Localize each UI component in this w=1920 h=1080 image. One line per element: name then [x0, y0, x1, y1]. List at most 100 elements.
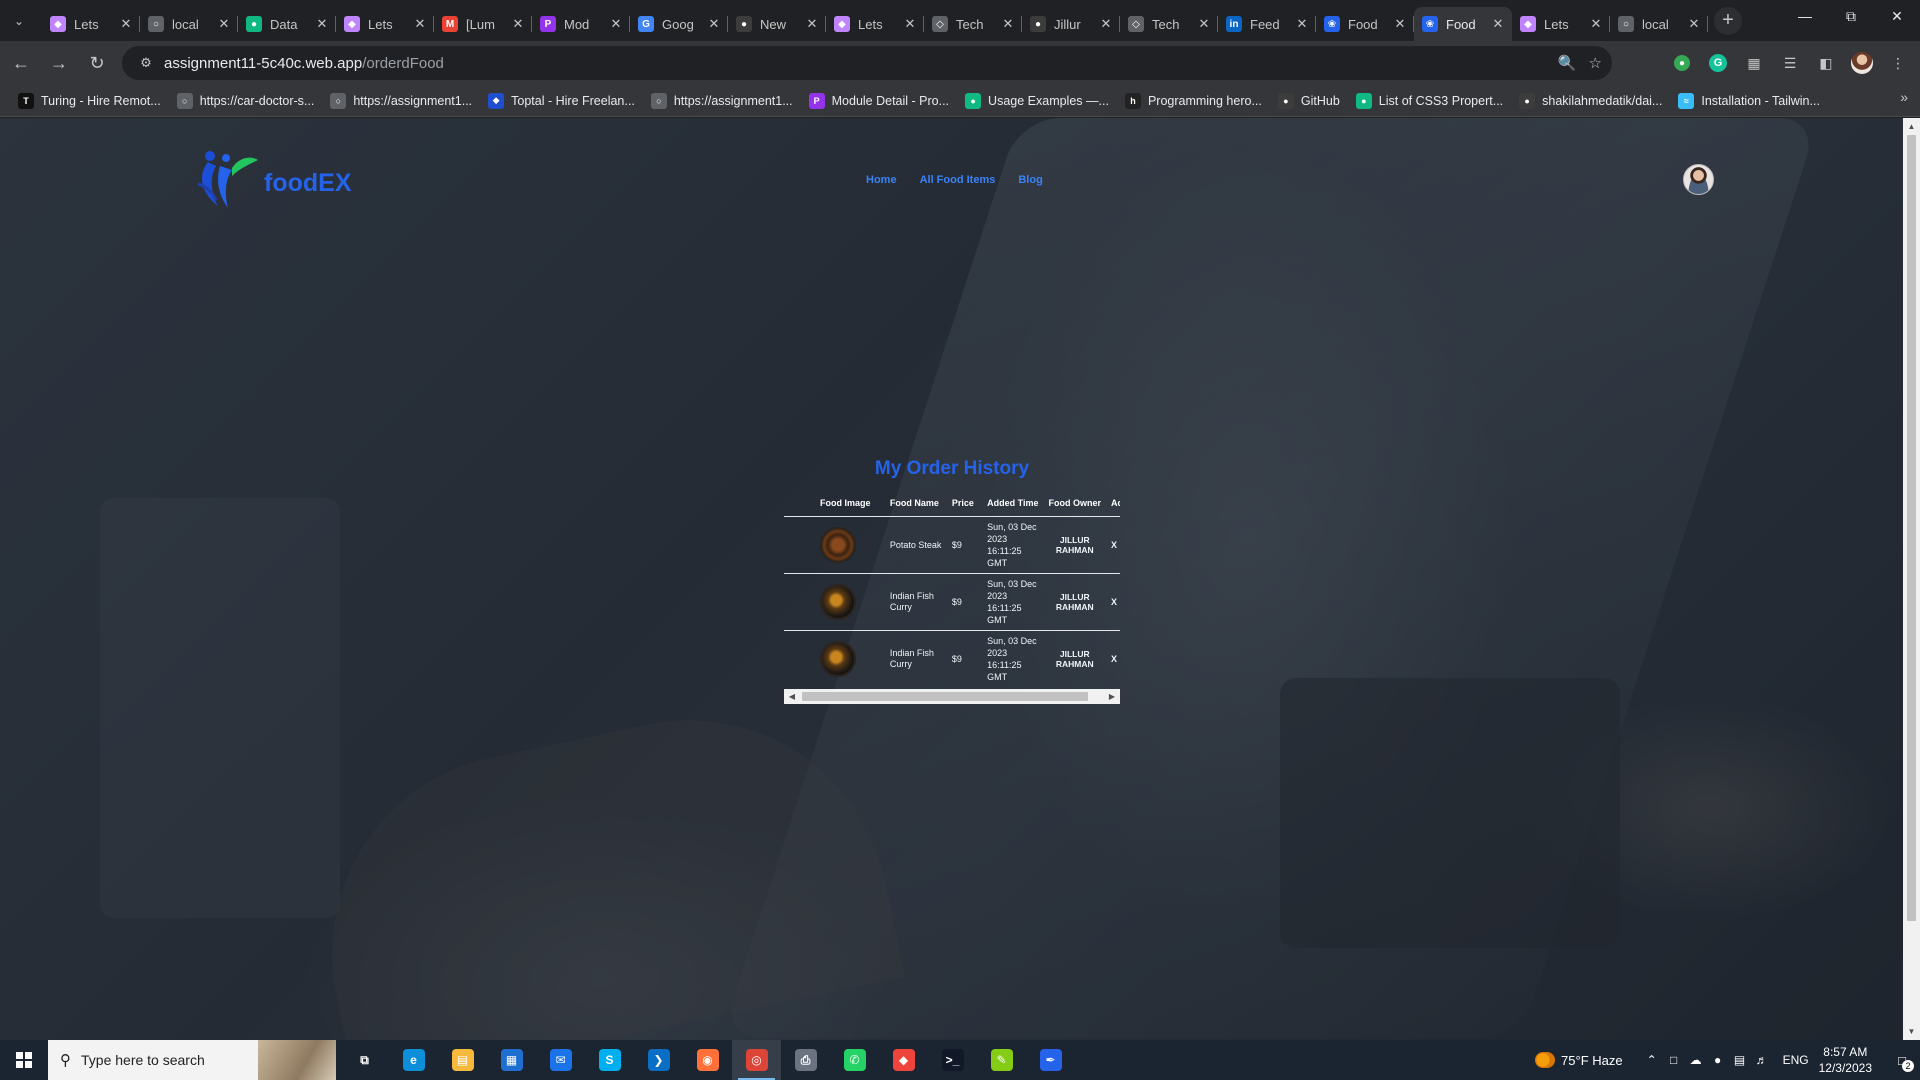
- browser-tab[interactable]: P Mod ✕: [532, 7, 630, 41]
- skype-taskbar-button[interactable]: S: [585, 1040, 634, 1080]
- bookmark-item[interactable]: P Module Detail - Pro...: [801, 88, 957, 114]
- extensions-puzzle-icon[interactable]: ▦: [1740, 49, 1768, 77]
- nav-blog-link[interactable]: Blog: [1018, 174, 1042, 186]
- file-explorer-taskbar-button[interactable]: ▤: [438, 1040, 487, 1080]
- page-vertical-scrollbar[interactable]: ▲ ▼: [1903, 118, 1920, 1040]
- terminal-taskbar-button[interactable]: >_: [928, 1040, 977, 1080]
- tab-close-icon[interactable]: ✕: [706, 16, 722, 32]
- tab-close-icon[interactable]: ✕: [118, 16, 134, 32]
- scroll-left-arrow-icon[interactable]: ◀: [784, 689, 800, 704]
- profile-avatar[interactable]: [1848, 49, 1876, 77]
- browser-tab[interactable]: ● New ✕: [728, 7, 826, 41]
- network-icon[interactable]: ▤: [1729, 1053, 1751, 1067]
- bookmark-item[interactable]: ● GitHub: [1270, 88, 1348, 114]
- scroll-right-arrow-icon[interactable]: ▶: [1104, 689, 1120, 704]
- tab-close-icon[interactable]: ✕: [1000, 16, 1016, 32]
- browser-tab[interactable]: ◆ Lets ✕: [826, 7, 924, 41]
- tab-close-icon[interactable]: ✕: [216, 16, 232, 32]
- tab-close-icon[interactable]: ✕: [1392, 16, 1408, 32]
- browser-tab[interactable]: ◆ Lets ✕: [336, 7, 434, 41]
- chrome-taskbar-button[interactable]: ◎: [732, 1040, 781, 1080]
- tab-close-icon[interactable]: ✕: [608, 16, 624, 32]
- tab-close-icon[interactable]: ✕: [804, 16, 820, 32]
- clock[interactable]: 8:57 AM 12/3/2023: [1819, 1044, 1872, 1076]
- bookmark-item[interactable]: ○ https://assignment1...: [643, 88, 801, 114]
- order-table-scroller[interactable]: Food Image Food Name Price Added Time Fo…: [784, 498, 1120, 687]
- store-taskbar-button[interactable]: ▦: [487, 1040, 536, 1080]
- media-control-icon[interactable]: ☰: [1776, 49, 1804, 77]
- tab-close-icon[interactable]: ✕: [1196, 16, 1212, 32]
- bookmark-item[interactable]: h Programming hero...: [1117, 88, 1270, 114]
- firefox-taskbar-button[interactable]: ◉: [683, 1040, 732, 1080]
- edge-taskbar-button[interactable]: e: [389, 1040, 438, 1080]
- bookmark-item[interactable]: ● List of CSS3 Propert...: [1348, 88, 1511, 114]
- browser-tab[interactable]: ◇ Tech ✕: [924, 7, 1022, 41]
- address-bar[interactable]: ⚙ assignment11-5c40c.web.app/orderdFood …: [122, 46, 1612, 80]
- back-button[interactable]: ←: [4, 46, 38, 80]
- tab-close-icon[interactable]: ✕: [510, 16, 526, 32]
- bookmark-item[interactable]: ≈ Installation - Tailwin...: [1670, 88, 1828, 114]
- anydesk-taskbar-button[interactable]: ◆: [879, 1040, 928, 1080]
- taskbar-search-box[interactable]: ⚲ Type here to search: [48, 1040, 336, 1080]
- zoom-icon[interactable]: 🔍: [1558, 54, 1577, 72]
- minimize-button[interactable]: —: [1782, 0, 1828, 32]
- weather-widget[interactable]: 75°F Haze: [1535, 1052, 1623, 1068]
- grammarly-icon[interactable]: G: [1704, 49, 1732, 77]
- tab-search-button[interactable]: ⌄: [4, 6, 34, 36]
- extension-android-icon[interactable]: ●: [1668, 49, 1696, 77]
- mail-taskbar-button[interactable]: ✉: [536, 1040, 585, 1080]
- url-text[interactable]: assignment11-5c40c.web.app/orderdFood: [164, 55, 444, 72]
- reload-button[interactable]: ↻: [80, 46, 114, 80]
- nav-all-food-items-link[interactable]: All Food Items: [920, 174, 996, 186]
- close-window-button[interactable]: ✕: [1874, 0, 1920, 32]
- tab-close-icon[interactable]: ✕: [1294, 16, 1310, 32]
- browser-tab[interactable]: ◇ Tech ✕: [1120, 7, 1218, 41]
- tab-close-icon[interactable]: ✕: [1588, 16, 1604, 32]
- browser-tab[interactable]: ◆ Lets ✕: [42, 7, 140, 41]
- printer-taskbar-button[interactable]: ⎙: [781, 1040, 830, 1080]
- tab-close-icon[interactable]: ✕: [1098, 16, 1114, 32]
- whatsapp-taskbar-button[interactable]: ✆: [830, 1040, 879, 1080]
- volume-icon[interactable]: ♬: [1751, 1053, 1773, 1067]
- user-avatar[interactable]: [1683, 164, 1714, 195]
- site-info-icon[interactable]: ⚙: [132, 55, 160, 71]
- start-button[interactable]: [0, 1040, 48, 1080]
- browser-tab[interactable]: in Feed ✕: [1218, 7, 1316, 41]
- browser-tab[interactable]: ○ local ✕: [140, 7, 238, 41]
- tab-close-icon[interactable]: ✕: [1686, 16, 1702, 32]
- side-panel-icon[interactable]: ◧: [1812, 49, 1840, 77]
- onedrive-icon[interactable]: ☁: [1685, 1053, 1707, 1067]
- paint-taskbar-button[interactable]: ✒: [1026, 1040, 1075, 1080]
- notification-center-button[interactable]: □ 2: [1884, 1040, 1920, 1080]
- forward-button[interactable]: →: [42, 46, 76, 80]
- tab-close-icon[interactable]: ✕: [412, 16, 428, 32]
- chrome-menu-icon[interactable]: ⋮: [1884, 49, 1912, 77]
- horizontal-scrollbar[interactable]: ◀ ▶: [784, 689, 1120, 704]
- browser-tab[interactable]: ❀ Food ✕: [1316, 7, 1414, 41]
- delete-order-button[interactable]: X: [1106, 516, 1120, 574]
- restore-button[interactable]: ⧉: [1828, 0, 1874, 32]
- browser-tab[interactable]: ❀ Food ✕: [1414, 7, 1512, 41]
- new-tab-button[interactable]: +: [1714, 6, 1742, 35]
- input-language[interactable]: ENG: [1783, 1053, 1809, 1067]
- browser-tab[interactable]: M [Lum ✕: [434, 7, 532, 41]
- bookmark-item[interactable]: T Turing - Hire Remot...: [10, 88, 169, 114]
- notepad-taskbar-button[interactable]: ✎: [977, 1040, 1026, 1080]
- tab-close-icon[interactable]: ✕: [314, 16, 330, 32]
- tab-close-icon[interactable]: ✕: [902, 16, 918, 32]
- task-view-taskbar-button[interactable]: ⧉: [340, 1040, 389, 1080]
- scroll-down-arrow-icon[interactable]: ▼: [1903, 1023, 1920, 1040]
- browser-tab[interactable]: ○ local ✕: [1610, 7, 1708, 41]
- nav-home-link[interactable]: Home: [866, 174, 897, 186]
- scroll-up-arrow-icon[interactable]: ▲: [1903, 118, 1920, 135]
- vscode-taskbar-button[interactable]: ❯: [634, 1040, 683, 1080]
- tab-close-icon[interactable]: ✕: [1490, 16, 1506, 32]
- bookmark-item[interactable]: ○ https://car-doctor-s...: [169, 88, 323, 114]
- bookmark-item[interactable]: ◆ Toptal - Hire Freelan...: [480, 88, 643, 114]
- tray-overflow-chevron-icon[interactable]: ⌃: [1641, 1053, 1663, 1067]
- browser-tab[interactable]: G Goog ✕: [630, 7, 728, 41]
- bookmark-item[interactable]: ● shakilahmedatik/dai...: [1511, 88, 1670, 114]
- vertical-scroll-thumb[interactable]: [1907, 135, 1916, 921]
- browser-tab[interactable]: ● Data ✕: [238, 7, 336, 41]
- microphone-icon[interactable]: ●: [1707, 1053, 1729, 1067]
